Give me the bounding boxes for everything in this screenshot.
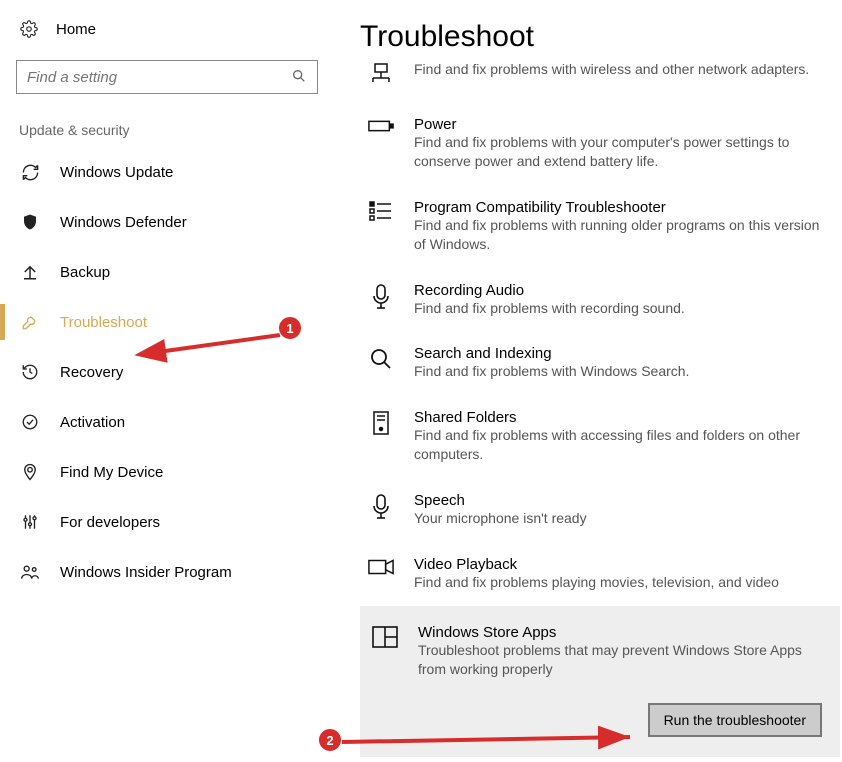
sidebar-item-windows-update[interactable]: Windows Update [16, 150, 324, 194]
run-troubleshooter-button[interactable]: Run the troubleshooter [648, 703, 822, 737]
troubleshoot-item-speech[interactable]: Speech Your microphone isn't ready [360, 478, 840, 542]
check-circle-icon [20, 412, 40, 432]
annotation-badge-1: 1 [278, 316, 302, 340]
troubleshoot-item-recording-audio[interactable]: Recording Audio Find and fix problems wi… [360, 268, 840, 332]
server-icon [368, 409, 394, 437]
microphone-icon [368, 282, 394, 310]
troubleshoot-item-shared-folders[interactable]: Shared Folders Find and fix problems wit… [360, 395, 840, 478]
sidebar-item-label: Troubleshoot [60, 314, 147, 331]
troubleshoot-item-power[interactable]: Power Find and fix problems with your co… [360, 102, 840, 185]
troubleshoot-item-desc: Your microphone isn't ready [414, 509, 832, 528]
annotation-arrow-2 [340, 730, 640, 750]
sidebar-item-windows-defender[interactable]: Windows Defender [16, 200, 324, 244]
sliders-icon [20, 512, 40, 532]
troubleshoot-item-network-adapter[interactable]: Find and fix problems with wireless and … [360, 60, 840, 102]
location-icon [20, 462, 40, 482]
shield-icon [20, 212, 40, 232]
troubleshoot-item-desc: Find and fix problems with Windows Searc… [414, 362, 832, 381]
search-input[interactable] [27, 69, 291, 86]
sidebar-item-activation[interactable]: Activation [16, 400, 324, 444]
troubleshoot-item-title: Recording Audio [414, 282, 832, 299]
people-icon [20, 562, 40, 582]
sidebar-item-for-developers[interactable]: For developers [16, 500, 324, 544]
troubleshoot-item-video-playback[interactable]: Video Playback Find and fix problems pla… [360, 542, 840, 606]
troubleshoot-item-title: Speech [414, 492, 832, 509]
sidebar-item-label: Activation [60, 414, 125, 431]
troubleshoot-item-search-indexing[interactable]: Search and Indexing Find and fix problem… [360, 331, 840, 395]
troubleshoot-item-desc: Find and fix problems with accessing fil… [414, 426, 832, 464]
battery-icon [368, 116, 394, 144]
troubleshoot-item-desc: Find and fix problems with recording sou… [414, 299, 832, 318]
sidebar-item-label: Recovery [60, 364, 123, 381]
troubleshoot-item-program-compat[interactable]: Program Compatibility Troubleshooter Fin… [360, 185, 840, 268]
video-icon [368, 556, 394, 584]
microphone-icon [368, 492, 394, 520]
sidebar-item-label: Windows Update [60, 164, 173, 181]
search-icon [291, 68, 307, 87]
apps-icon [372, 624, 398, 652]
list-icon [368, 199, 394, 227]
troubleshoot-item-title: Search and Indexing [414, 345, 832, 362]
sidebar-item-label: Backup [60, 264, 110, 281]
section-label: Update & security [16, 122, 324, 138]
sidebar-item-backup[interactable]: Backup [16, 250, 324, 294]
history-icon [20, 362, 40, 382]
gear-icon [20, 20, 38, 38]
troubleshoot-item-desc: Find and fix problems playing movies, te… [414, 573, 832, 592]
troubleshoot-item-title: Video Playback [414, 556, 832, 573]
troubleshoot-item-desc: Find and fix problems with running older… [414, 216, 832, 254]
troubleshoot-item-desc: Find and fix problems with wireless and … [414, 60, 832, 79]
sidebar-item-label: Windows Defender [60, 214, 187, 231]
search-input-wrapper[interactable] [16, 60, 318, 94]
arrow-up-icon [20, 262, 40, 282]
magnifier-icon [368, 345, 394, 373]
annotation-badge-2: 2 [318, 728, 342, 752]
sidebar-item-find-my-device[interactable]: Find My Device [16, 450, 324, 494]
troubleshoot-item-title: Windows Store Apps [418, 624, 822, 641]
troubleshoot-item-desc: Find and fix problems with your computer… [414, 133, 832, 171]
sidebar-item-windows-insider[interactable]: Windows Insider Program [16, 550, 324, 594]
page-title: Troubleshoot [360, 20, 840, 54]
sidebar-item-label: Find My Device [60, 464, 163, 481]
wrench-icon [20, 312, 40, 332]
sidebar-item-label: For developers [60, 514, 160, 531]
annotation-arrow-1 [150, 330, 290, 360]
home-button[interactable]: Home [16, 20, 324, 38]
troubleshoot-item-title: Program Compatibility Troubleshooter [414, 199, 832, 216]
network-icon [368, 60, 394, 88]
troubleshoot-item-title: Shared Folders [414, 409, 832, 426]
sidebar-item-label: Windows Insider Program [60, 564, 232, 581]
troubleshoot-item-desc: Troubleshoot problems that may prevent W… [418, 641, 822, 679]
sync-icon [20, 162, 40, 182]
home-label: Home [56, 21, 96, 38]
troubleshoot-item-title: Power [414, 116, 832, 133]
